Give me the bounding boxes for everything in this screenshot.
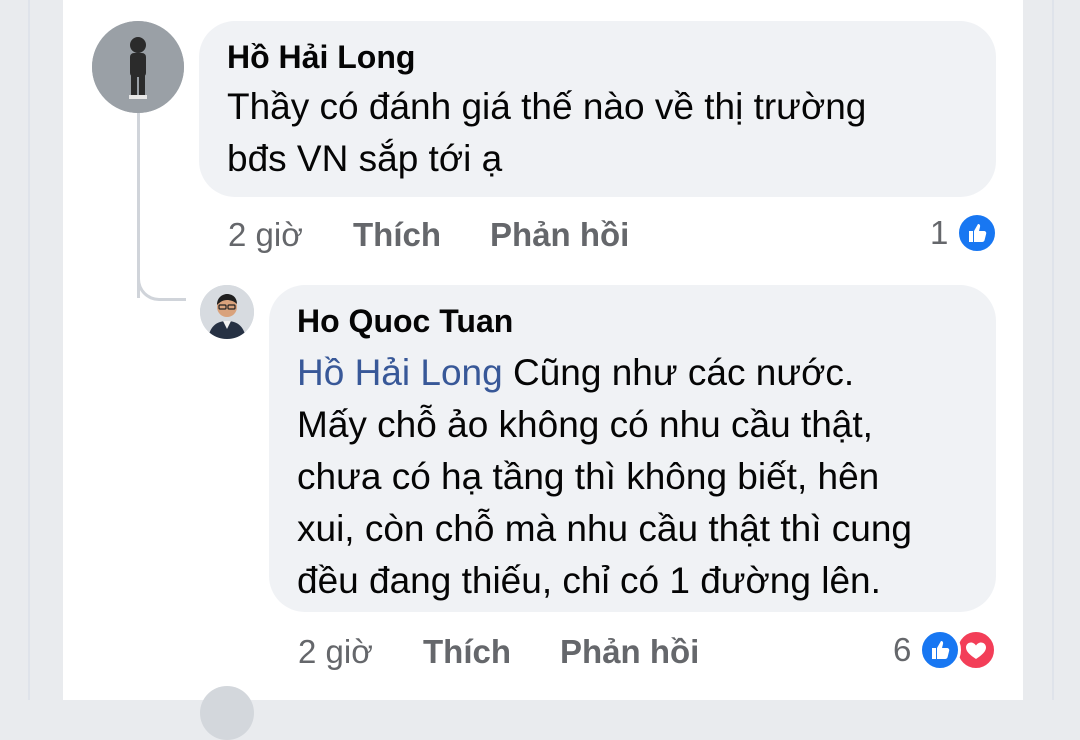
love-icon (955, 629, 997, 671)
comment-line: Thầy có đánh giá thế nào về thị trường (227, 86, 867, 127)
reply-author[interactable]: Ho Quoc Tuan (297, 303, 513, 340)
person-silhouette-icon (92, 21, 184, 113)
reply-button[interactable]: Phản hồi (560, 633, 699, 671)
person-portrait-icon (200, 285, 254, 339)
comment-text: Thầy có đánh giá thế nào về thị trường b… (227, 81, 866, 185)
reply-line: Mấy chỗ ảo không có nhu cầu thật, (297, 404, 873, 445)
reaction-count: 1 (930, 214, 949, 251)
reply-button[interactable]: Phản hồi (490, 216, 629, 254)
comment-author[interactable]: Hồ Hải Long (227, 39, 415, 76)
left-edge-divider (28, 0, 30, 700)
like-icon (919, 629, 961, 671)
next-reply-avatar[interactable] (200, 686, 254, 740)
reply-reactions[interactable]: 6 (893, 629, 1003, 671)
right-edge-divider (1052, 0, 1054, 700)
reply-line: đều đang thiếu, chỉ có 1 đường lên. (297, 560, 881, 601)
comment-bubble: Hồ Hải Long Thầy có đánh giá thế nào về … (199, 21, 996, 197)
avatar-ho-hai-long[interactable] (92, 21, 184, 113)
reply-text: Hồ Hải Long Cũng như các nước. Mấy chỗ ả… (297, 347, 912, 607)
thread-curve (137, 268, 186, 301)
like-button[interactable]: Thích (423, 633, 511, 671)
reply-line: chưa có hạ tầng thì không biết, hên (297, 456, 880, 497)
mention-link[interactable]: Hồ Hải Long (297, 352, 503, 393)
comment-time[interactable]: 2 giờ (228, 216, 303, 254)
reaction-count: 6 (893, 631, 912, 668)
reply-line: xui, còn chỗ mà nhu cầu thật thì cung (297, 508, 912, 549)
reply-line-first: Hồ Hải Long Cũng như các nước. (297, 347, 912, 399)
like-icon (956, 212, 998, 254)
reply-bubble: Ho Quoc Tuan Hồ Hải Long Cũng như các nư… (269, 285, 996, 612)
comment-line: bđs VN sắp tới ạ (227, 138, 503, 179)
avatar-ho-quoc-tuan[interactable] (200, 285, 254, 339)
like-button[interactable]: Thích (353, 216, 441, 254)
reply-line-rest: Cũng như các nước. (502, 352, 855, 393)
comment-reactions[interactable]: 1 (930, 212, 1000, 254)
reply-time[interactable]: 2 giờ (298, 633, 373, 671)
